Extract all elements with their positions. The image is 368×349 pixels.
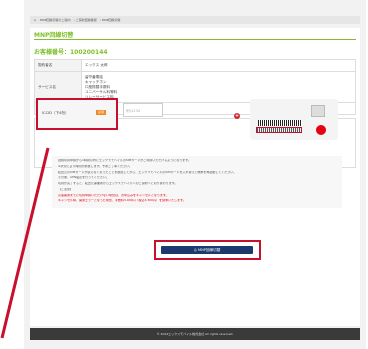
notice-box: 回線切替申請から1時間以内にエックスモバイルのSIMカードがご利用いただけるよう… xyxy=(52,156,342,208)
brand-dot-icon xyxy=(316,125,326,135)
row-value: 留守番電話 キャッチホン 口座振替手数料 ユニバーサル料等料 リレーサービス料 xyxy=(81,71,356,103)
mnp-switch-button[interactable]: ◎ MNP回線切替 xyxy=(161,246,253,254)
customer-number: お客様番号：100200144 xyxy=(34,49,108,56)
iccid-input[interactable]: 例)1234 xyxy=(123,103,163,117)
notice-line: 回線切替申請から1時間以内にエックスモバイルのSIMカードがご利用いただけるよう… xyxy=(58,159,191,162)
row-key: 契約者名 xyxy=(34,59,82,72)
submit-highlight: ◎ MNP回線切替 xyxy=(154,240,261,260)
table-row: 契約者名 エックス 太郎 xyxy=(34,59,356,72)
breadcrumb-item-1[interactable]: MNP回線切替のご案内 xyxy=(40,18,71,22)
notice-line: その後、APN設定を行ってください。 xyxy=(58,176,109,180)
required-badge: 必須 xyxy=(96,110,107,115)
notice-line: 【ご注意】 xyxy=(58,187,74,191)
row-value: エックス 太郎 xyxy=(81,59,356,72)
breadcrumb-item-2[interactable]: ご契約回線確認 xyxy=(76,18,97,22)
notice-line: 高速開通までに切替申請いただけない場合は、お申込みをキャンセルとなります。 xyxy=(58,193,169,197)
sim-card-image xyxy=(250,99,338,140)
iccid-label: ICCID（下4桁） xyxy=(42,111,69,115)
notice-line: キャンセル時、開通エラーとなった場合、手数料3,000円（税込3,300円）を請… xyxy=(58,199,186,203)
home-icon[interactable]: ⌂ xyxy=(34,18,36,22)
plus-icon: + xyxy=(234,113,240,119)
notice-line: 転出元のSIMカードが使えなくなったことを確認してから、エックスモバイルのSIM… xyxy=(58,170,237,174)
notice-line: ※状況により時間が前後します。予めご了承ください。 xyxy=(58,164,133,168)
breadcrumb: ⌂ MNP回線切替のご案内 › ご契約回線確認 › MNP回線切替 xyxy=(30,16,360,24)
barcode-icon xyxy=(258,120,302,126)
page-frame: ⌂ MNP回線切替のご案内 › ご契約回線確認 › MNP回線切替 MNP回線切替 … xyxy=(24,0,366,349)
page-title: MNP回線切替 xyxy=(34,32,74,39)
title-divider xyxy=(34,39,356,40)
breadcrumb-item-3: MNP回線切替 xyxy=(101,18,121,22)
sim-chip-icon xyxy=(311,105,325,117)
iccid-label-highlight: ICCID（下4桁） 必須 xyxy=(36,98,118,130)
iccid-digits-highlight xyxy=(256,127,302,133)
notice-line: 切替が完了すると、転出元事業者からエックスモバイルへのご契約へと切り替わります。 xyxy=(58,182,178,186)
footer: © 2024エックスモバイル株式会社 All rights reserved. xyxy=(30,328,360,340)
